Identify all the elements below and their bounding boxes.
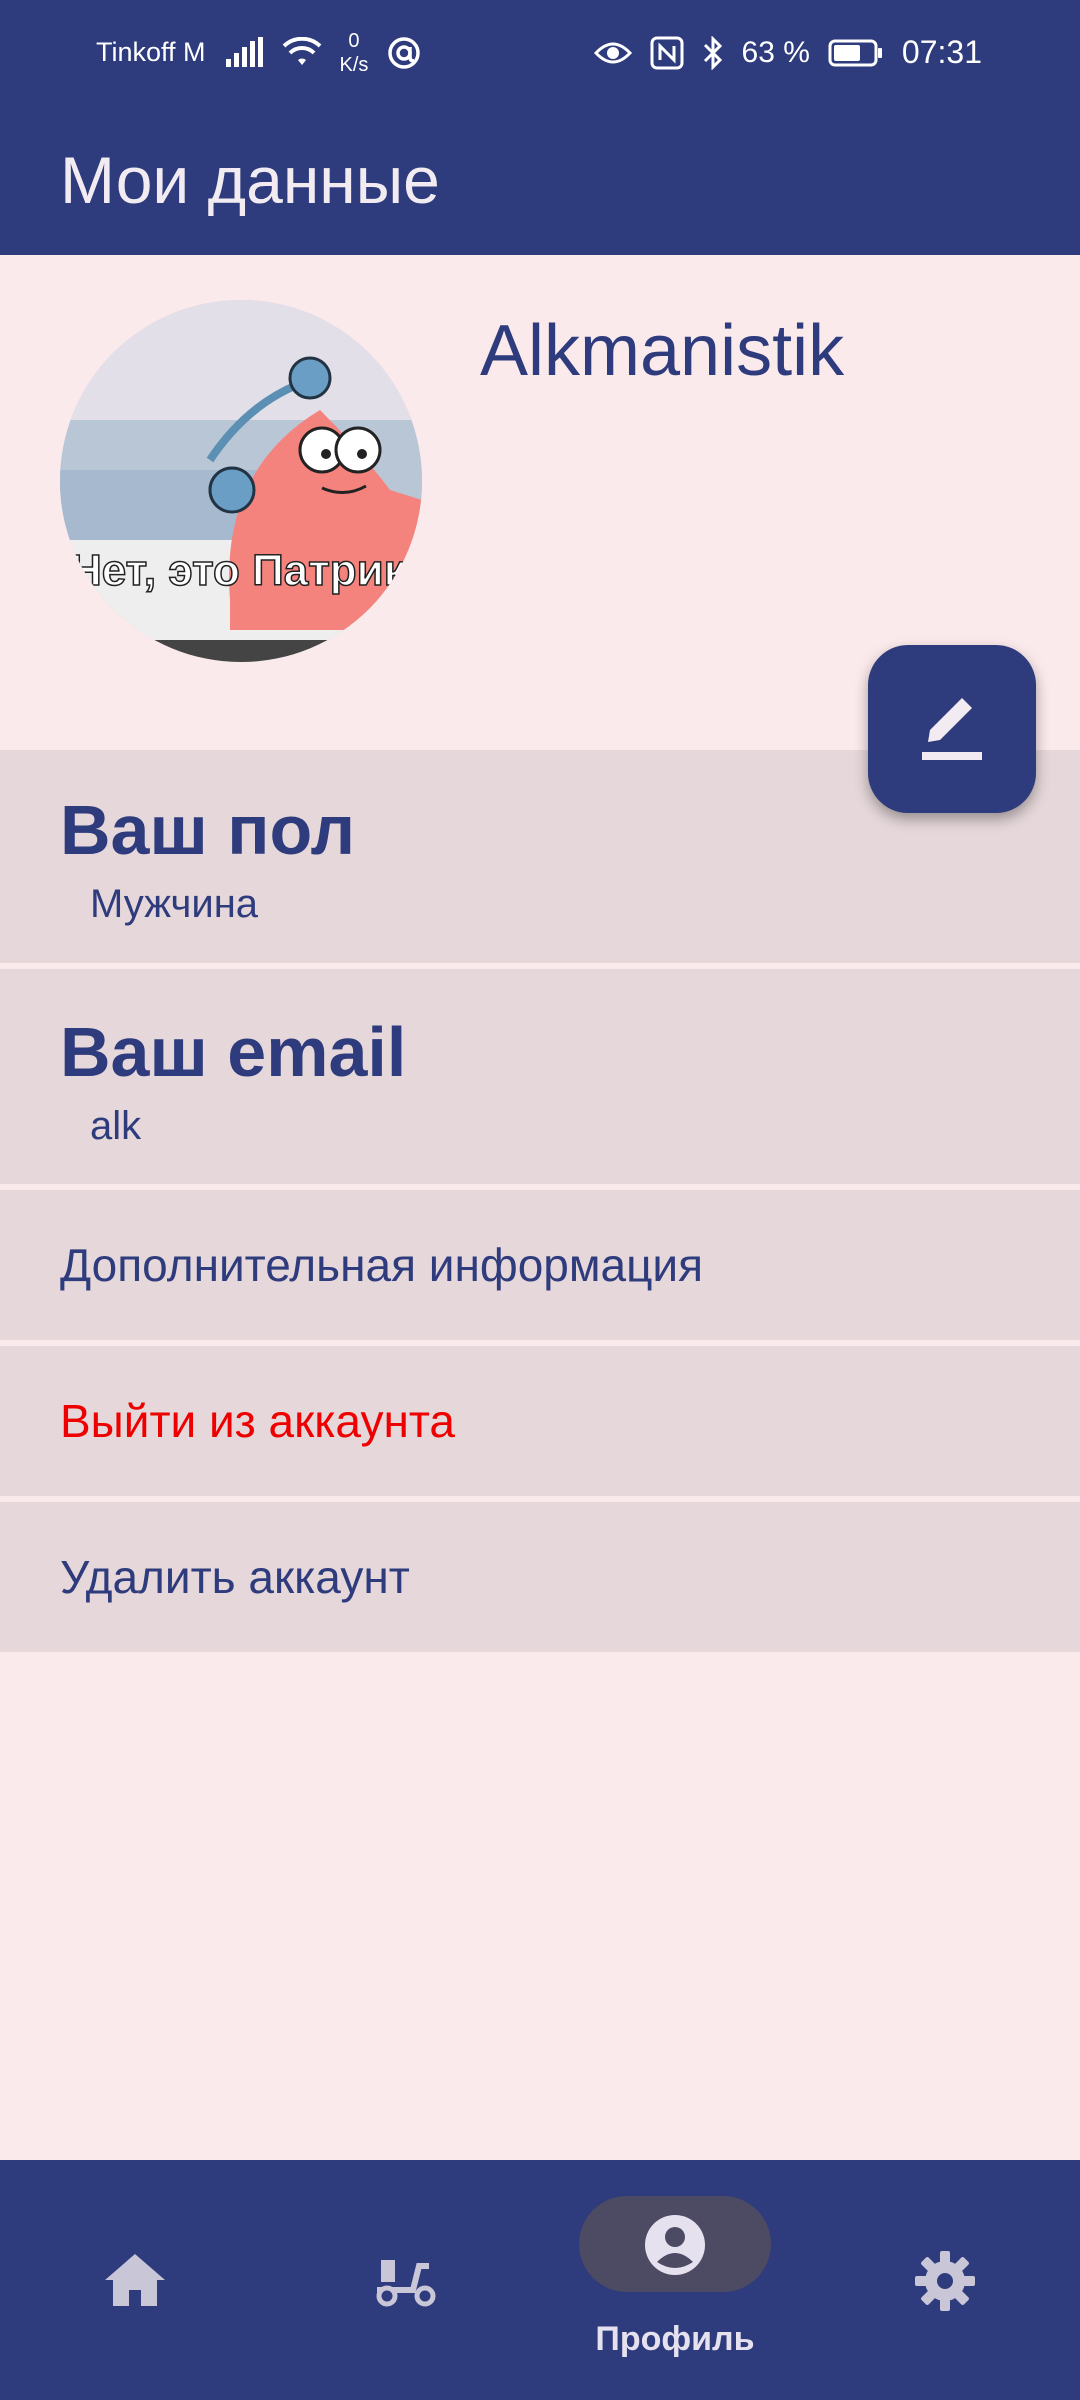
network-speed: 0 K/s [340,29,369,77]
nav-item-settings[interactable] [810,2160,1080,2400]
avatar-image: Нет, это Патрик [60,300,422,662]
logout-label: Выйти из аккаунта [60,1395,455,1447]
scooter-icon [376,2260,436,2307]
wifi-icon [282,36,321,65]
nfc-icon [650,36,684,69]
avatar-caption: Нет, это Патрик [70,546,407,595]
battery-icon [828,39,882,66]
avatar[interactable]: Нет, это Патрик [60,300,422,662]
bluetooth-icon [703,35,722,70]
bottom-navigation [0,2160,1080,2400]
nav-item-scooter[interactable] [270,2160,540,2400]
status-right: 63 % 07:31 [593,34,982,71]
status-bar: Tinkoff M 0 K/s 63 % 07:31 [0,0,1080,105]
page-title: Мои данные [60,143,440,217]
nav-item-profile[interactable] [540,2160,810,2400]
speed-value: 0 [348,29,360,52]
profile-icon [645,2215,705,2275]
speed-unit: K/s [339,53,369,76]
gender-field-title: Ваш пол [60,791,356,869]
more-info-label: Дополнительная информация [60,1239,704,1291]
email-field-title: Ваш email [60,1013,407,1091]
gender-field-value: Мужчина [90,882,259,926]
delete-account-item[interactable]: Удалить аккаунт [0,1502,1080,1652]
carrier-label: Tinkoff M [96,37,206,67]
nav-label-profile: Профиль [595,2320,755,2358]
clock: 07:31 [901,34,982,70]
settings-icon [915,2251,975,2311]
app-bar: Мои данные [0,105,1080,255]
eye-icon [593,42,632,63]
edit-profile-button[interactable] [868,645,1036,813]
status-left: Tinkoff M 0 K/s [96,29,422,77]
delete-account-label: Удалить аккаунт [60,1551,410,1603]
battery-percent: 63 % [741,35,810,69]
email-field-value: alk [90,1104,142,1148]
more-info-item[interactable]: Дополнительная информация [0,1190,1080,1340]
home-icon [105,2254,165,2306]
logout-item[interactable]: Выйти из аккаунта [0,1346,1080,1496]
email-field: Ваш email alk [0,969,1080,1184]
username: Alkmanistik [480,311,845,391]
nav-item-home[interactable] [0,2160,270,2400]
signal-icon [225,36,263,67]
at-sign-icon [388,36,421,69]
edit-icon [922,698,982,760]
